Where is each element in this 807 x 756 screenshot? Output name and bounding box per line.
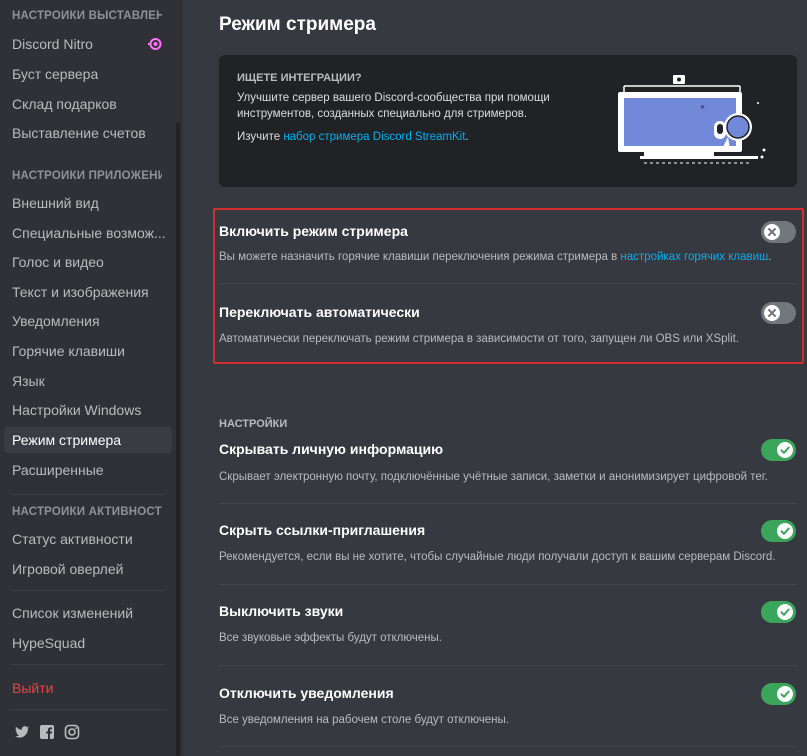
sidebar-item-label: Discord Nitro	[12, 36, 93, 52]
check-icon	[780, 446, 790, 454]
sidebar-divider	[12, 664, 164, 665]
page-title: Режим стримера	[219, 14, 376, 35]
toggle-knob	[777, 523, 793, 539]
sidebar-item-notifications[interactable]: Уведомления	[4, 308, 172, 334]
promo-description: Улучшите сервер вашего Discord-сообществ…	[237, 92, 550, 120]
sidebar-item-voice-video[interactable]: Голос и видео	[4, 249, 172, 275]
promo-title: ИЩЕТЕ ИНТЕГРАЦИИ?	[237, 72, 362, 84]
check-icon	[780, 608, 790, 616]
social-links	[14, 724, 80, 740]
sidebar-item-gift-inventory[interactable]: Склад подарков	[4, 91, 172, 117]
options-section-label: НАСТРОЙКИ	[219, 418, 288, 430]
highlight-frame	[213, 208, 804, 364]
streamer-monitor-illustration: ✕	[618, 75, 766, 164]
instagram-icon[interactable]	[64, 724, 80, 740]
toggle-knob	[777, 442, 793, 458]
sidebar-item-streamer-mode[interactable]: Режим стримера	[4, 427, 172, 453]
twitter-icon[interactable]	[14, 724, 30, 740]
sidebar-divider	[12, 590, 164, 591]
sidebar-divider	[12, 709, 164, 710]
setting-divider	[219, 584, 797, 585]
sidebar-item-hypesquad[interactable]: HypeSquad	[4, 630, 172, 656]
sidebar-scrollbar[interactable]	[176, 122, 180, 756]
sidebar-item-accessibility[interactable]: Специальные возмож...	[4, 220, 172, 246]
sidebar-item-server-boost[interactable]: Буст сервера	[4, 61, 172, 87]
sidebar-item-changelog[interactable]: Список изменений	[4, 600, 172, 626]
setting-divider	[219, 665, 797, 666]
hide-invite-links-toggle[interactable]	[761, 520, 796, 542]
disable-sounds-toggle[interactable]	[761, 601, 796, 623]
facebook-icon[interactable]	[39, 724, 55, 740]
sidebar-item-windows-settings[interactable]: Настройки Windows	[4, 397, 172, 423]
sidebar-item-language[interactable]: Язык	[4, 368, 172, 394]
sidebar-item-nitro[interactable]: Discord Nitro	[4, 31, 172, 57]
sidebar-divider	[12, 494, 164, 495]
promo-link-prefix: Изучите	[237, 131, 284, 143]
svg-text:✕: ✕	[700, 104, 705, 111]
sidebar-item-text-images[interactable]: Текст и изображения	[4, 279, 172, 305]
hide-personal-info-toggle[interactable]	[761, 439, 796, 461]
promo-link-suffix: .	[465, 131, 469, 143]
streamkit-link[interactable]: набор стримера Discord StreamKit	[283, 131, 465, 143]
hide-invite-links-desc: Рекомендуется, если вы не хотите, чтобы …	[219, 551, 776, 563]
sidebar-item-keybinds[interactable]: Горячие клавиши	[4, 338, 172, 364]
settings-sidebar: НАСТРОЙКИ ВЫСТАВЛЕН... Discord Nitro Бус…	[0, 0, 183, 756]
sidebar-item-advanced[interactable]: Расширенные	[4, 457, 172, 483]
disable-sounds-desc: Все звуковые эффекты будут отключены.	[219, 632, 442, 644]
hide-invite-links-title: Скрыть ссылки-приглашения	[219, 522, 426, 538]
disable-notifications-toggle[interactable]	[761, 683, 796, 705]
check-icon	[780, 690, 790, 698]
logout-button[interactable]: Выйти	[4, 675, 172, 701]
disable-sounds-title: Выключить звуки	[219, 603, 344, 619]
toggle-knob	[777, 686, 793, 702]
sidebar-item-billing[interactable]: Выставление счетов	[4, 120, 172, 146]
streamkit-promo-card: ИЩЕТЕ ИНТЕГРАЦИИ? Улучшите сервер вашего…	[219, 55, 797, 187]
disable-notifications-title: Отключить уведомления	[219, 685, 394, 701]
disable-notifications-desc: Все уведомления на рабочем столе будут о…	[219, 714, 509, 726]
hide-personal-info-title: Скрывать личную информацию	[219, 441, 444, 457]
promo-link-line: Изучите набор стримера Discord StreamKit…	[237, 131, 469, 143]
section-header-activity: НАСТРОЙКИ АКТИВНОСТИ	[12, 506, 162, 518]
section-header-billing: НАСТРОЙКИ ВЫСТАВЛЕН...	[12, 10, 162, 22]
sidebar-item-game-overlay[interactable]: Игровой оверлей	[4, 556, 172, 582]
sidebar-item-activity-status[interactable]: Статус активности	[4, 526, 172, 552]
section-header-app-settings: НАСТРОЙКИ ПРИЛОЖЕНИЯ	[12, 170, 162, 182]
sidebar-item-appearance[interactable]: Внешний вид	[4, 190, 172, 216]
check-icon	[780, 527, 790, 535]
setting-divider	[219, 503, 797, 504]
nitro-icon	[148, 38, 162, 50]
setting-divider	[219, 746, 797, 747]
hide-personal-info-desc: Скрывает электронную почту, подключённые…	[219, 471, 768, 483]
toggle-knob	[777, 604, 793, 620]
